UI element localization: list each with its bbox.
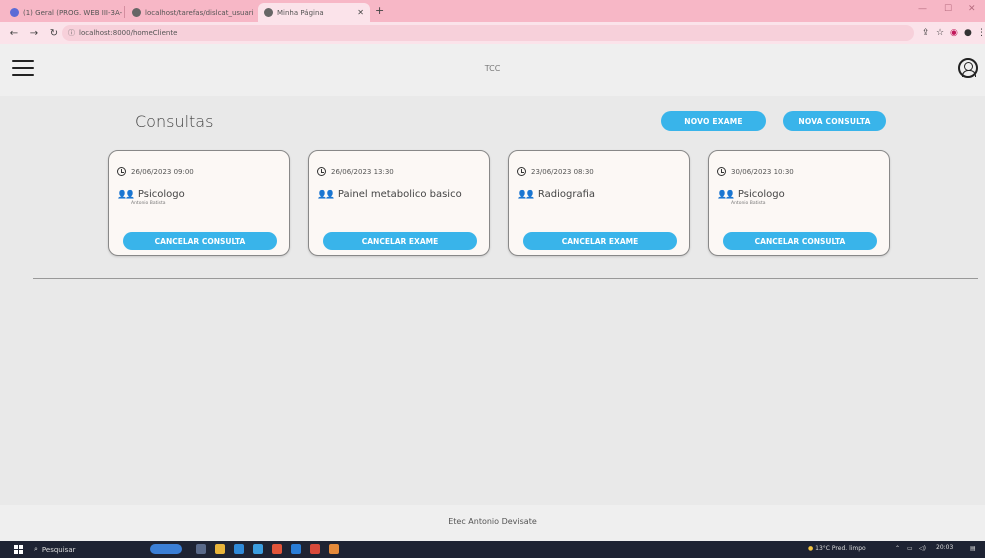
task-view-icon[interactable] [196, 544, 206, 554]
card-title: 👤👤 Psicologo [117, 189, 185, 200]
bookmark-star-icon[interactable]: ☆ [936, 28, 944, 38]
close-tab-icon[interactable]: ✕ [351, 8, 364, 17]
maximize-button[interactable]: ☐ [944, 4, 952, 14]
new-tab-button[interactable]: + [375, 4, 384, 17]
forward-arrow-icon[interactable]: → [28, 28, 40, 39]
tab-separator [124, 6, 125, 18]
cancel-exam-button[interactable]: CANCELAR EXAME [323, 232, 477, 250]
tray-chevron-icon[interactable]: ⌃ [895, 545, 900, 552]
clock-icon [517, 167, 526, 176]
title-text: Psicologo [737, 189, 785, 200]
share-icon[interactable]: ⇪ [922, 28, 930, 38]
footer-text: Etec Antonio Devisate [448, 517, 537, 526]
appointment-card: 26/06/2023 13:30 👤👤 Painel metabolico bas… [308, 150, 490, 256]
datetime-text: 26/06/2023 13:30 [331, 167, 394, 176]
people-icon: 👤👤 [517, 190, 535, 199]
people-icon: 👤👤 [317, 190, 335, 199]
teams-favicon-icon [10, 8, 19, 17]
clock-time[interactable]: 20:03 [936, 544, 953, 551]
card-datetime: 23/06/2023 08:30 [517, 167, 594, 176]
file-explorer-icon[interactable] [215, 544, 225, 554]
cancel-appointment-button[interactable]: CANCELAR CONSULTA [723, 232, 877, 250]
card-subtitle: Antonio Batista [131, 201, 166, 206]
browser-menu-icon[interactable]: ⋮ [977, 28, 985, 38]
volume-icon[interactable]: ◁) [919, 545, 926, 552]
new-appointment-button[interactable]: NOVA CONSULTA [783, 111, 886, 131]
card-datetime: 26/06/2023 09:00 [117, 167, 194, 176]
back-arrow-icon[interactable]: ← [8, 28, 20, 39]
app-title: TCC [484, 64, 501, 73]
url-input[interactable]: ⓘ localhost:8000/homeCliente [62, 25, 914, 41]
app-icon[interactable] [329, 544, 339, 554]
search-placeholder: Pesquisar [41, 545, 76, 554]
store-icon[interactable] [234, 544, 244, 554]
browser-tab-3[interactable]: Minha Página ✕ [258, 3, 370, 22]
windows-start-icon[interactable] [14, 545, 23, 554]
mail-icon[interactable] [253, 544, 263, 554]
people-icon: 👤👤 [117, 190, 135, 199]
weather-widget[interactable]: ● 13°C Pred. limpo [808, 545, 866, 552]
site-info-icon[interactable]: ⓘ [68, 28, 75, 38]
notification-icon[interactable]: ▤ [970, 545, 976, 552]
appointment-card: 30/06/2023 10:30 👤👤 Psicologo Antonio Bat… [708, 150, 890, 256]
page-title: Consultas [135, 112, 214, 131]
appointment-card: 23/06/2023 08:30 👤👤 Radiografia CANCELAR … [508, 150, 690, 256]
browser-tab-1[interactable]: (1) Geral (PROG. WEB III-3A-N-T) ✕ [4, 3, 122, 22]
chrome-active-icon[interactable] [310, 544, 320, 554]
weather-text: 13°C Pred. limpo [815, 545, 866, 552]
browser-tab-label: Minha Página [277, 8, 324, 17]
weather-icon: ● [808, 545, 814, 552]
app-header: TCC [0, 44, 985, 96]
vscode-icon[interactable] [291, 544, 301, 554]
clock-icon [317, 167, 326, 176]
title-text: Radiografia [537, 189, 596, 200]
globe-favicon-icon [132, 8, 141, 17]
taskbar-search[interactable]: ⌕ Pesquisar [34, 544, 138, 555]
title-text: Painel metabolico basico [337, 189, 462, 200]
globe-favicon-icon [264, 8, 273, 17]
cancel-appointment-button[interactable]: CANCELAR CONSULTA [123, 232, 277, 250]
browser-tab-label: localhost/tarefas/dislcat_usuario [145, 8, 254, 17]
profile-avatar-icon[interactable]: ● [964, 28, 972, 38]
minimize-button[interactable]: — [918, 4, 927, 14]
search-icon: ⌕ [34, 545, 38, 553]
people-icon: 👤👤 [717, 190, 735, 199]
windows-taskbar: ⌕ Pesquisar ● 13°C Pred. limpo ⌃ ▭ ◁) 20… [0, 541, 985, 558]
card-subtitle: Antonio Batista [731, 201, 766, 206]
cancel-exam-button[interactable]: CANCELAR EXAME [523, 232, 677, 250]
user-profile-icon[interactable] [958, 58, 978, 78]
datetime-text: 30/06/2023 10:30 [731, 167, 794, 176]
card-title: 👤👤 Painel metabolico basico [317, 189, 462, 200]
browser-tab-bar: (1) Geral (PROG. WEB III-3A-N-T) ✕ local… [0, 0, 985, 22]
card-datetime: 30/06/2023 10:30 [717, 167, 794, 176]
datetime-text: 23/06/2023 08:30 [531, 167, 594, 176]
extension-icon[interactable]: ◉ [950, 28, 958, 38]
clock-icon [717, 167, 726, 176]
widget-icon[interactable] [150, 544, 182, 554]
url-text: localhost:8000/homeCliente [79, 29, 178, 37]
network-icon[interactable]: ▭ [907, 545, 913, 552]
browser-address-bar: ← → ↻ ⓘ localhost:8000/homeCliente [0, 22, 985, 44]
section-divider [33, 278, 978, 279]
page-footer: Etec Antonio Devisate [0, 505, 985, 541]
title-text: Psicologo [137, 189, 185, 200]
card-title: 👤👤 Radiografia [517, 189, 595, 200]
card-title: 👤👤 Psicologo [717, 189, 785, 200]
reload-icon[interactable]: ↻ [48, 28, 60, 39]
window-close-button[interactable]: ✕ [968, 4, 976, 14]
chrome-icon[interactable] [272, 544, 282, 554]
card-datetime: 26/06/2023 13:30 [317, 167, 394, 176]
datetime-text: 26/06/2023 09:00 [131, 167, 194, 176]
clock-icon [117, 167, 126, 176]
appointment-card: 26/06/2023 09:00 👤👤 Psicologo Antonio Bat… [108, 150, 290, 256]
browser-tab-label: (1) Geral (PROG. WEB III-3A-N-T) [23, 8, 122, 17]
browser-tab-2[interactable]: localhost/tarefas/dislcat_usuario ✕ [126, 3, 254, 22]
new-exam-button[interactable]: NOVO EXAME [661, 111, 766, 131]
